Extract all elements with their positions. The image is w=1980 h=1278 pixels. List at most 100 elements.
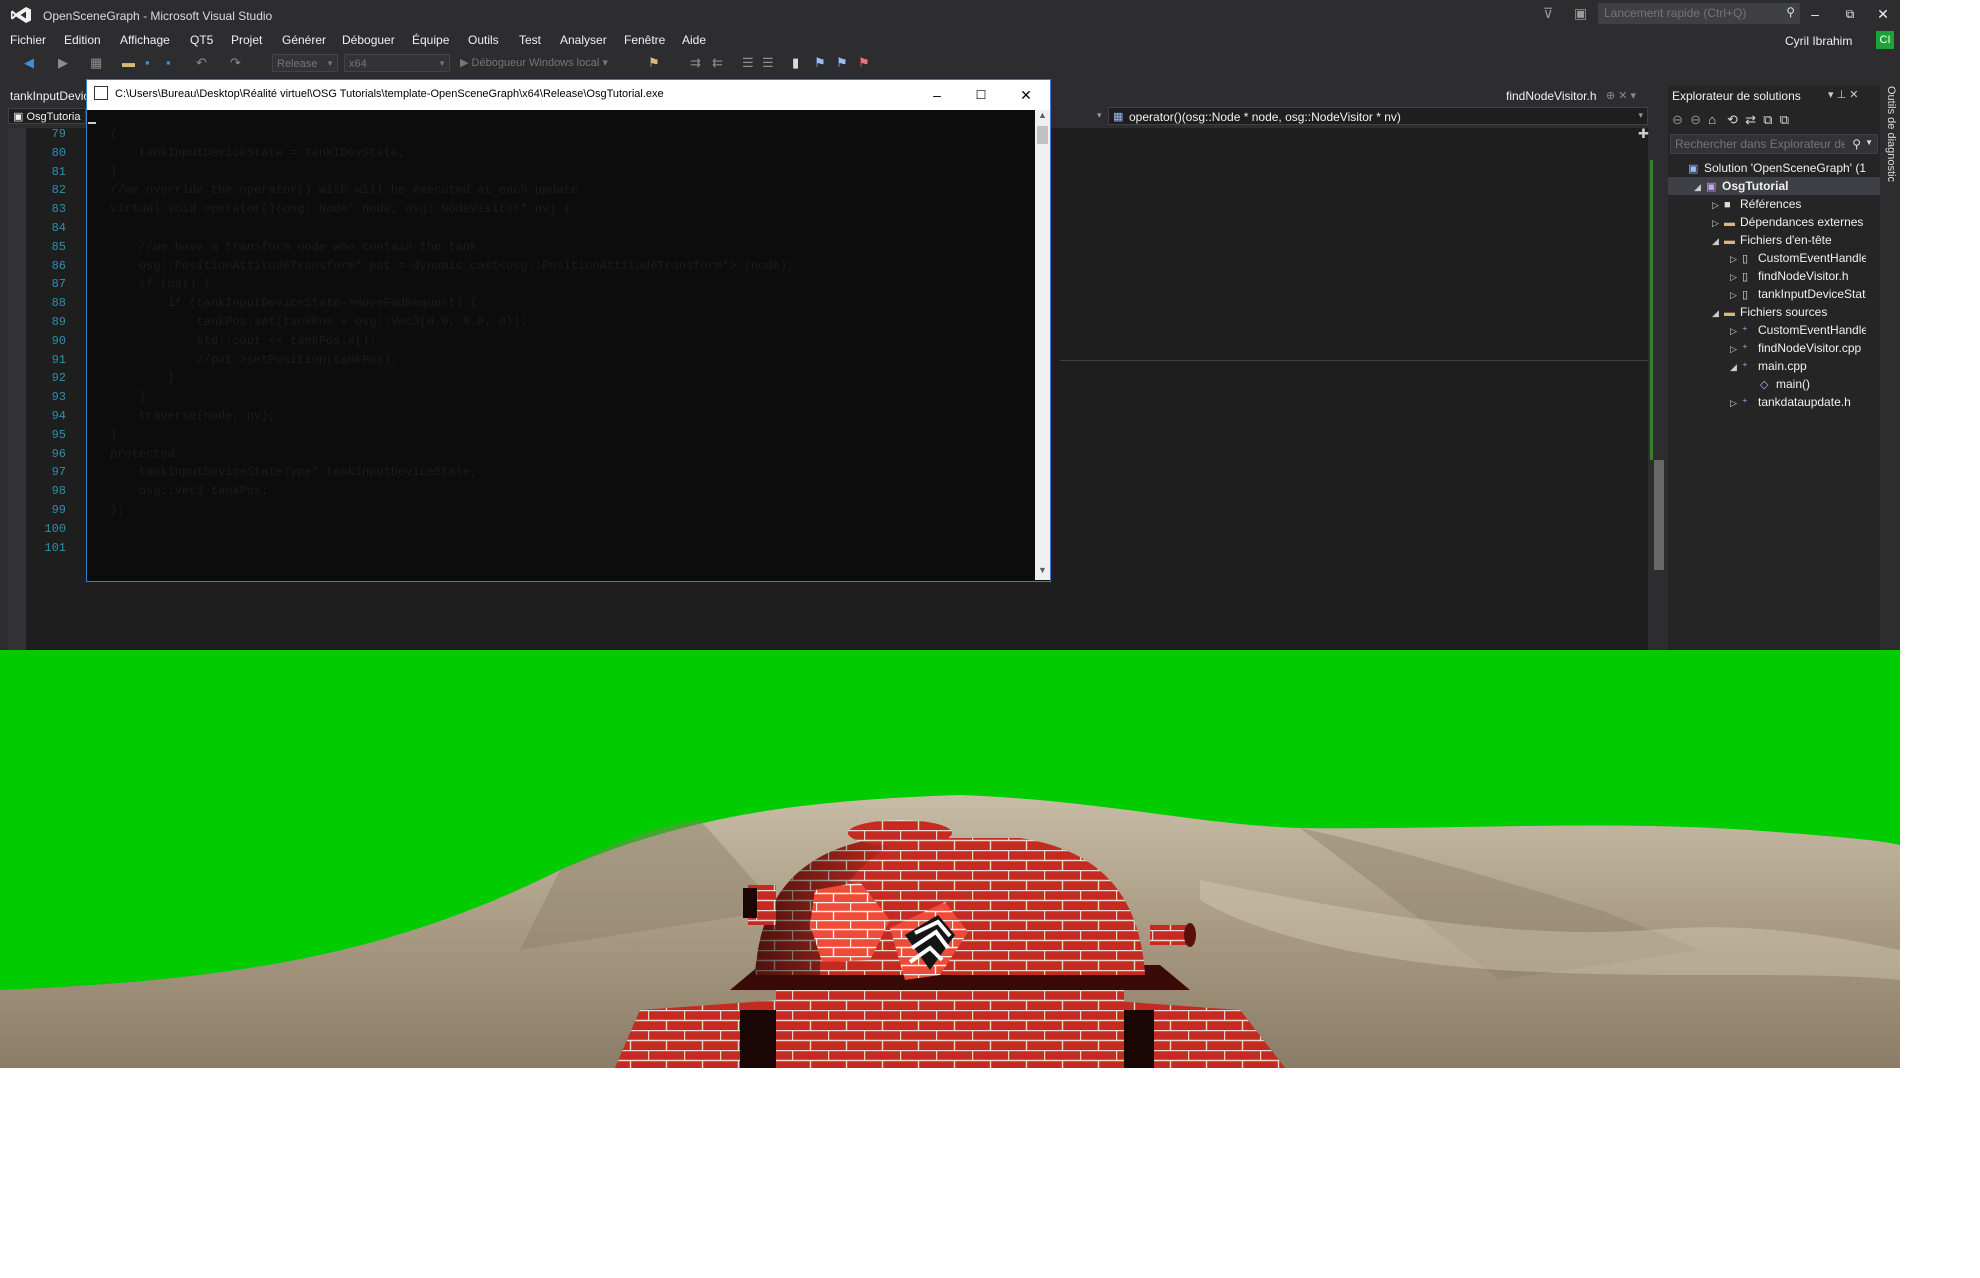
console-maximize-button[interactable]: ☐ xyxy=(961,84,1001,106)
tree-item[interactable]: ▷ ■ Références xyxy=(1712,195,1866,213)
chevron-down-icon[interactable]: ▼ xyxy=(1035,565,1050,580)
expanded-arrow-icon[interactable]: ◢ xyxy=(1730,358,1742,375)
menu-outils[interactable]: Outils xyxy=(468,33,499,47)
console-close-button[interactable]: ✕ xyxy=(1006,84,1046,106)
home-icon[interactable]: ⌂ xyxy=(1708,112,1716,127)
chevron-down-icon[interactable]: ▼ xyxy=(1865,138,1873,147)
chevron-up-icon[interactable]: ▲ xyxy=(1035,110,1050,125)
restore-button[interactable]: ⧉ xyxy=(1835,4,1865,24)
quick-launch-box[interactable]: ⚲ xyxy=(1598,3,1800,24)
tree-item[interactable]: ▷ ▯ findNodeVisitor.h xyxy=(1730,267,1866,285)
configuration-dropdown[interactable]: Release ▼ xyxy=(272,54,338,72)
tree-item[interactable]: ◢ ⁺ main.cpp xyxy=(1730,357,1866,375)
project-dropdown[interactable]: ▣ OsgTutoria xyxy=(8,108,86,124)
tree-item[interactable]: ▷▯ tankInputDeviceStateTy xyxy=(1730,285,1866,303)
collapsed-arrow-icon[interactable]: ▷ xyxy=(1712,196,1724,213)
scrollbar-thumb[interactable] xyxy=(1037,126,1048,144)
minimize-button[interactable]: – xyxy=(1800,4,1830,24)
collapse-icon[interactable]: ⧉ xyxy=(1763,112,1772,127)
console-scrollbar[interactable]: ▲ ▼ xyxy=(1035,110,1050,580)
console-ghost-line: osg::Vec3 tankPos; xyxy=(110,484,269,499)
close-button[interactable]: ✕ xyxy=(1868,4,1898,24)
step-out-icon[interactable]: ⇇ xyxy=(712,55,723,71)
history-icon[interactable]: ⟲ xyxy=(1727,112,1738,127)
menu-analyser[interactable]: Analyser xyxy=(560,33,607,47)
menu-aide[interactable]: Aide xyxy=(682,33,706,47)
tree-item[interactable]: ▷ ⁺ findNodeVisitor.cpp xyxy=(1730,339,1866,357)
menu-edition[interactable]: Edition xyxy=(64,33,101,47)
menu-deboguer[interactable]: Déboguer xyxy=(342,33,395,47)
diagnostics-tab[interactable]: Outils de diagnostic xyxy=(1885,86,1897,182)
expanded-arrow-icon[interactable]: ◢ xyxy=(1712,232,1724,249)
menu-affichage[interactable]: Affichage xyxy=(120,33,170,47)
tree-item[interactable]: ◢ ▬ Fichiers d'en-tête xyxy=(1712,231,1866,249)
member-dropdown[interactable]: ▦ operator()(osg::Node * node, osg::NodeV… xyxy=(1108,107,1648,125)
new-project-icon[interactable]: ▦ xyxy=(90,55,102,71)
step-icon[interactable]: ⇉ xyxy=(690,55,701,71)
open-folder-icon[interactable]: ▬ xyxy=(122,55,135,70)
expanded-arrow-icon[interactable]: ◢ xyxy=(1712,304,1724,321)
collapsed-arrow-icon[interactable]: ▷ xyxy=(1730,322,1742,339)
bookmark-icon[interactable]: ▮ xyxy=(792,55,799,71)
uncomment-icon[interactable]: ☰ xyxy=(762,55,774,71)
editor-scrollbar[interactable] xyxy=(1650,140,1668,650)
tree-item[interactable]: ▷▯ CustomEventHandler.h xyxy=(1730,249,1866,267)
collapsed-arrow-icon[interactable]: ▷ xyxy=(1730,250,1742,267)
console-minimize-button[interactable]: – xyxy=(917,84,957,106)
sync-icon[interactable]: ⇄ xyxy=(1745,112,1756,127)
show-all-files-icon[interactable]: ⧉ xyxy=(1780,112,1789,127)
menu-test[interactable]: Test xyxy=(519,33,541,47)
redo-icon[interactable]: ↷ xyxy=(230,55,241,71)
split-editor-icon[interactable]: ✚ xyxy=(1638,126,1649,142)
collapsed-arrow-icon[interactable]: ▷ xyxy=(1730,394,1742,411)
menu-projet[interactable]: Projet xyxy=(231,33,262,47)
save-icon[interactable]: ▪ xyxy=(145,55,150,70)
console-ghost-line: virtual void operator()(osg::Node* node,… xyxy=(110,202,571,217)
menu-qt5[interactable]: QT5 xyxy=(190,33,213,47)
tree-item[interactable]: ▷ ⁺ tankdataupdate.h xyxy=(1730,393,1866,411)
attach-icon[interactable]: ⚑ xyxy=(648,55,660,71)
prev-bookmark-icon[interactable]: ⚑ xyxy=(814,55,826,71)
expanded-arrow-icon[interactable]: ◢ xyxy=(1694,178,1706,195)
tree-item[interactable]: ▣ Solution 'OpenSceneGraph' (1 pro xyxy=(1676,159,1866,177)
tree-item[interactable]: ▷⁺ CustomEventHandler.c xyxy=(1730,321,1866,339)
solution-explorer-toolbar[interactable]: ⊖ ⊖ ⌂ ⟲ ⇄ ⧉ ⧉ xyxy=(1672,112,1789,128)
undo-icon[interactable]: ↶ xyxy=(196,55,207,71)
menu-fenetre[interactable]: Fenêtre xyxy=(624,33,665,47)
next-bookmark-icon[interactable]: ⚑ xyxy=(836,55,848,71)
forward-icon[interactable]: ⊖ xyxy=(1690,112,1701,127)
start-debugger-button[interactable]: ▶ Débogueur Windows local ▾ xyxy=(460,56,608,69)
platform-dropdown[interactable]: x64 ▼ xyxy=(344,54,450,72)
tree-item[interactable]: ◢ ▣ OsgTutorial xyxy=(1694,177,1866,195)
solution-search-box[interactable]: ⚲ ▼ xyxy=(1670,134,1878,154)
chevron-down-icon[interactable]: ▾ xyxy=(1097,110,1102,121)
collapsed-arrow-icon[interactable]: ▷ xyxy=(1730,286,1742,303)
back-icon[interactable]: ◀ xyxy=(24,55,34,71)
quick-launch-input[interactable] xyxy=(1599,4,1774,22)
tab-close-icon[interactable]: ⊕ ✕ ▾ xyxy=(1606,89,1636,102)
collapsed-arrow-icon[interactable]: ▷ xyxy=(1712,214,1724,231)
scrollbar-thumb[interactable] xyxy=(1654,460,1664,570)
feedback-icon[interactable]: ▣ xyxy=(1574,5,1587,22)
save-all-icon[interactable]: ▪ xyxy=(166,55,171,70)
tab-tankinputdevice[interactable]: tankInputDevic xyxy=(10,89,89,103)
tree-item[interactable]: ▷ ▬ Dépendances externes xyxy=(1712,213,1866,231)
menu-fichier[interactable]: Fichier xyxy=(10,33,46,47)
back-icon[interactable]: ⊖ xyxy=(1672,112,1683,127)
menu-generer[interactable]: Générer xyxy=(282,33,326,47)
filter-icon[interactable]: ⊽ xyxy=(1543,5,1553,22)
collapsed-arrow-icon[interactable]: ▷ xyxy=(1730,340,1742,357)
osg-3d-viewport[interactable] xyxy=(0,650,1900,1068)
comment-icon[interactable]: ☰ xyxy=(742,55,754,71)
avatar[interactable]: CI xyxy=(1876,31,1894,49)
tree-item[interactable]: ◢ ▬ Fichiers sources xyxy=(1712,303,1866,321)
solution-search-input[interactable] xyxy=(1671,135,1845,151)
tree-item[interactable]: ◇ main() xyxy=(1748,375,1866,393)
menu-equipe[interactable]: Équipe xyxy=(412,33,449,47)
forward-icon[interactable]: ▶ xyxy=(58,55,68,71)
collapsed-arrow-icon[interactable]: ▷ xyxy=(1730,268,1742,285)
tab-findnodevisitor[interactable]: findNodeVisitor.h xyxy=(1506,89,1597,103)
pin-icon[interactable]: ▾ ⊥ ✕ xyxy=(1828,88,1858,101)
clear-bookmarks-icon[interactable]: ⚑ xyxy=(858,55,870,71)
user-name[interactable]: Cyril Ibrahim xyxy=(1785,34,1852,48)
